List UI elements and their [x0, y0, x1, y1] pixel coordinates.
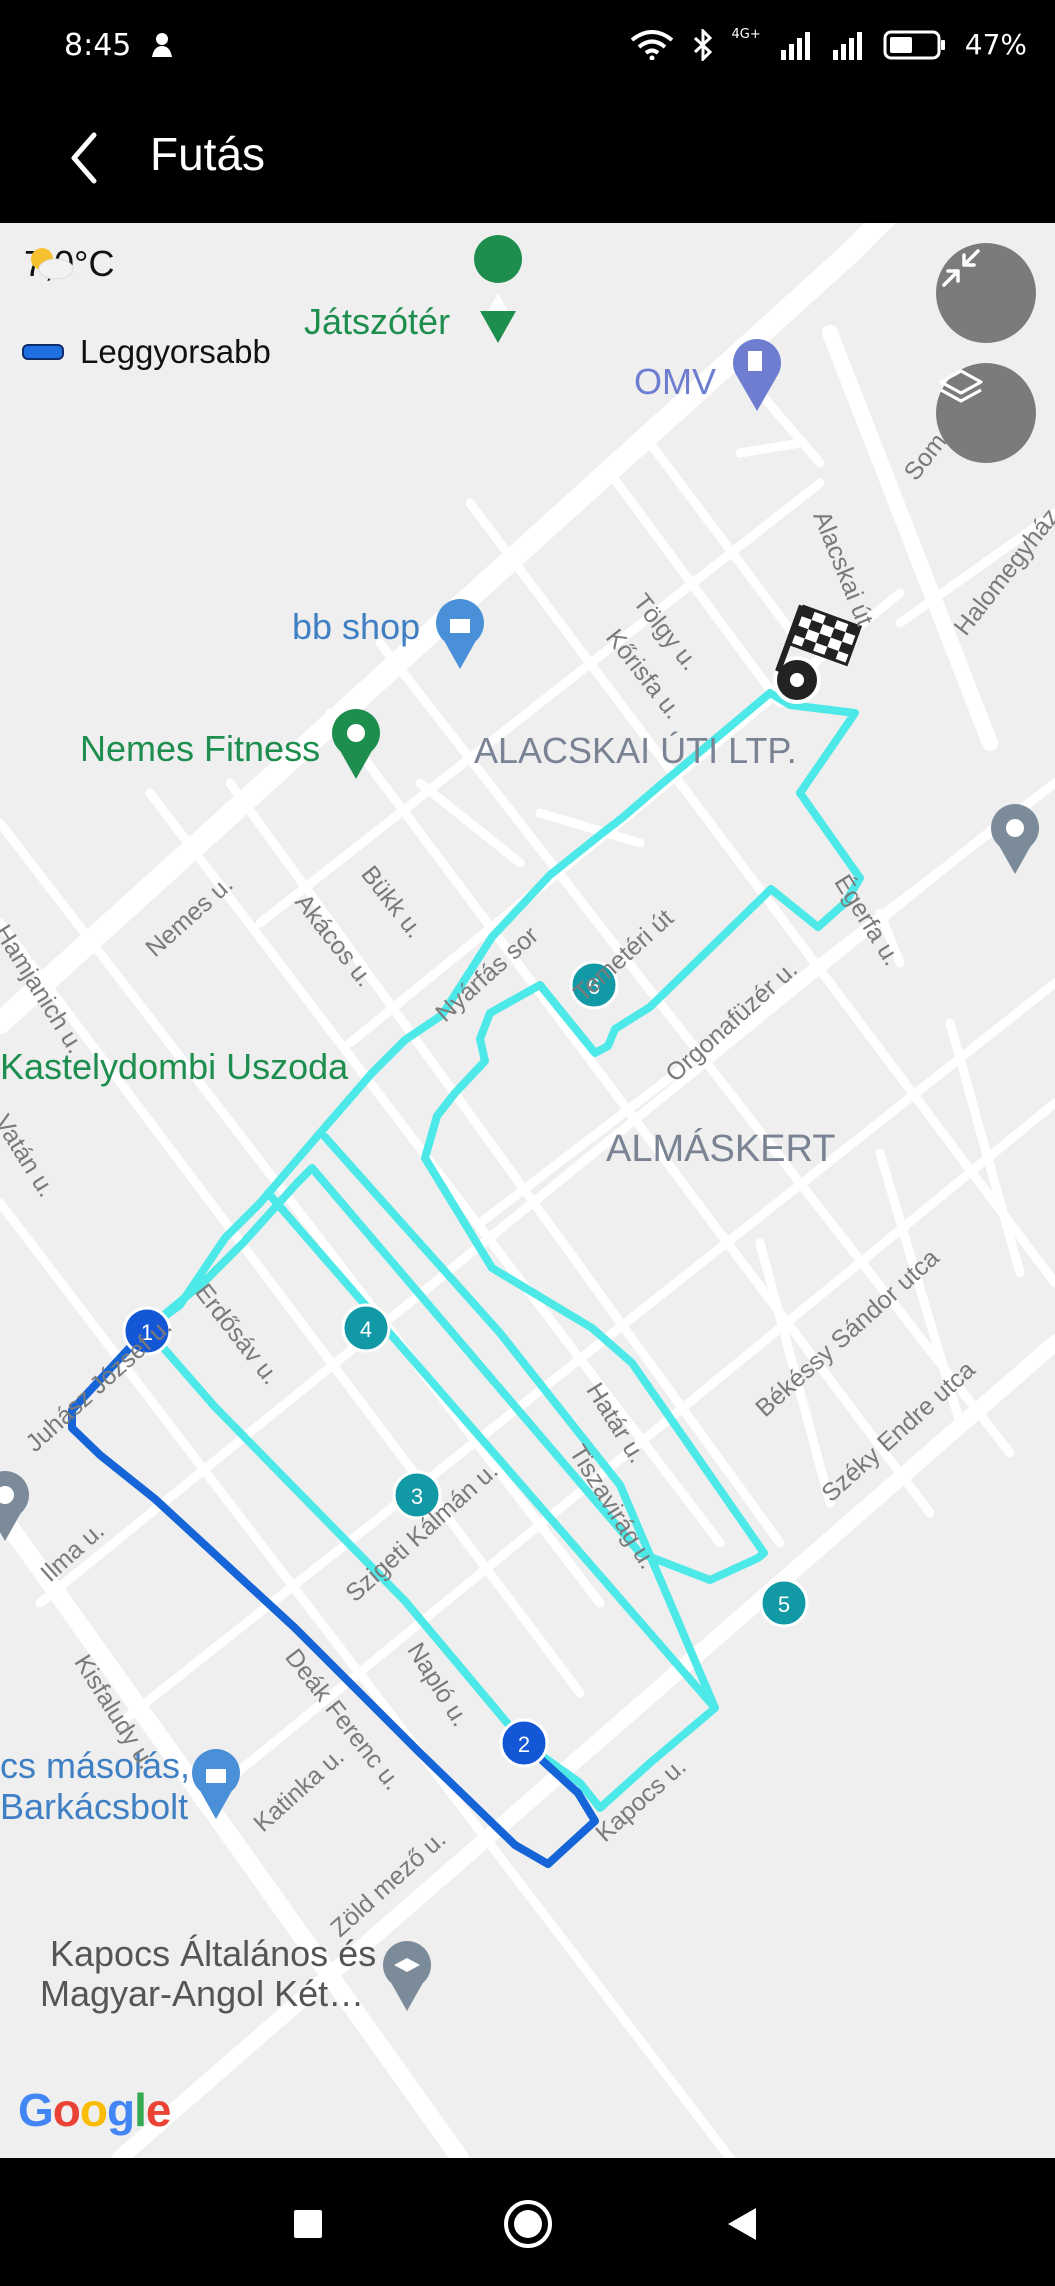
route-legend: Leggyorsabb [22, 333, 271, 371]
svg-text:2: 2 [518, 1732, 530, 1757]
status-icons: 4G+ 47% [630, 28, 1027, 61]
svg-text:4: 4 [360, 1317, 372, 1342]
wifi-icon [630, 29, 673, 60]
notification-icon [152, 33, 172, 57]
district-label-almaskert: ALMÁSKERT [606, 1128, 836, 1170]
legend-label: Leggyorsabb [80, 333, 271, 370]
battery-percent: 47% [964, 28, 1027, 61]
poi-bb-shop-label[interactable]: bb shop [292, 606, 420, 648]
fuel-pin-icon[interactable] [733, 339, 781, 411]
status-time: 8:45 [64, 28, 132, 63]
school-pin-icon[interactable] [383, 1941, 431, 2011]
partly-cloudy-icon [31, 248, 74, 280]
poi-school-label-2[interactable]: Magyar-Angol Két… [40, 1973, 364, 2015]
signal-icon [780, 31, 810, 60]
google-logo: Google [18, 2084, 171, 2136]
legend-swatch [22, 344, 64, 360]
collapse-icon [942, 249, 980, 287]
poi-omv-label[interactable]: OMV [634, 361, 716, 403]
svg-text:3: 3 [411, 1484, 423, 1509]
collapse-map-button[interactable] [936, 243, 1036, 343]
battery-icon [883, 30, 945, 59]
route-marker-4[interactable]: 4 [341, 1303, 391, 1353]
poi-fitness-label[interactable]: Nemes Fitness [80, 728, 320, 770]
route-path [143, 689, 864, 1812]
system-nav-bar [0, 2158, 1055, 2286]
app-bar: Futás [0, 95, 1055, 223]
map-canvas: 1 2 3 4 5 6 [0, 223, 1055, 2158]
svg-text:5: 5 [778, 1592, 790, 1617]
page-title: Futás [150, 128, 266, 180]
playground-pin-icon[interactable] [474, 235, 523, 343]
route-marker-2[interactable]: 2 [499, 1718, 549, 1768]
shop-pin-icon[interactable] [436, 599, 484, 669]
layers-icon [939, 369, 983, 403]
poi-school-label-1[interactable]: Kapocs Általános és [50, 1933, 376, 1975]
poi-playground-label[interactable]: Játszótér [304, 301, 450, 343]
weather-widget: 7,0°C [24, 243, 114, 285]
poi-pool-label[interactable]: Kastelydombi Uszoda [0, 1046, 348, 1088]
location-pin-icon[interactable] [991, 804, 1039, 874]
route-path-segment [321, 1133, 719, 1712]
hardware-shop-pin-icon[interactable] [192, 1749, 240, 1819]
poi-shop-label-1[interactable]: cs másolás, [0, 1745, 190, 1787]
back-arrow-icon[interactable] [56, 123, 126, 193]
recents-square-icon[interactable] [292, 2208, 324, 2240]
bluetooth-icon [693, 28, 712, 61]
home-circle-icon[interactable] [502, 2198, 554, 2250]
poi-shop-label-2[interactable]: Barkácsbolt [0, 1786, 188, 1828]
status-bar: 8:45 4G+ 47% [0, 0, 1055, 95]
signal-icon-secondary [832, 31, 862, 60]
map-view[interactable]: 1 2 3 4 5 6 7,0°C [0, 223, 1055, 2158]
route-marker-5[interactable]: 5 [759, 1578, 809, 1628]
district-label-alacskai: ALACSKAI ÚTI LTP. [474, 730, 797, 771]
back-triangle-icon[interactable] [724, 2204, 760, 2244]
network-type: 4G+ [731, 27, 761, 42]
